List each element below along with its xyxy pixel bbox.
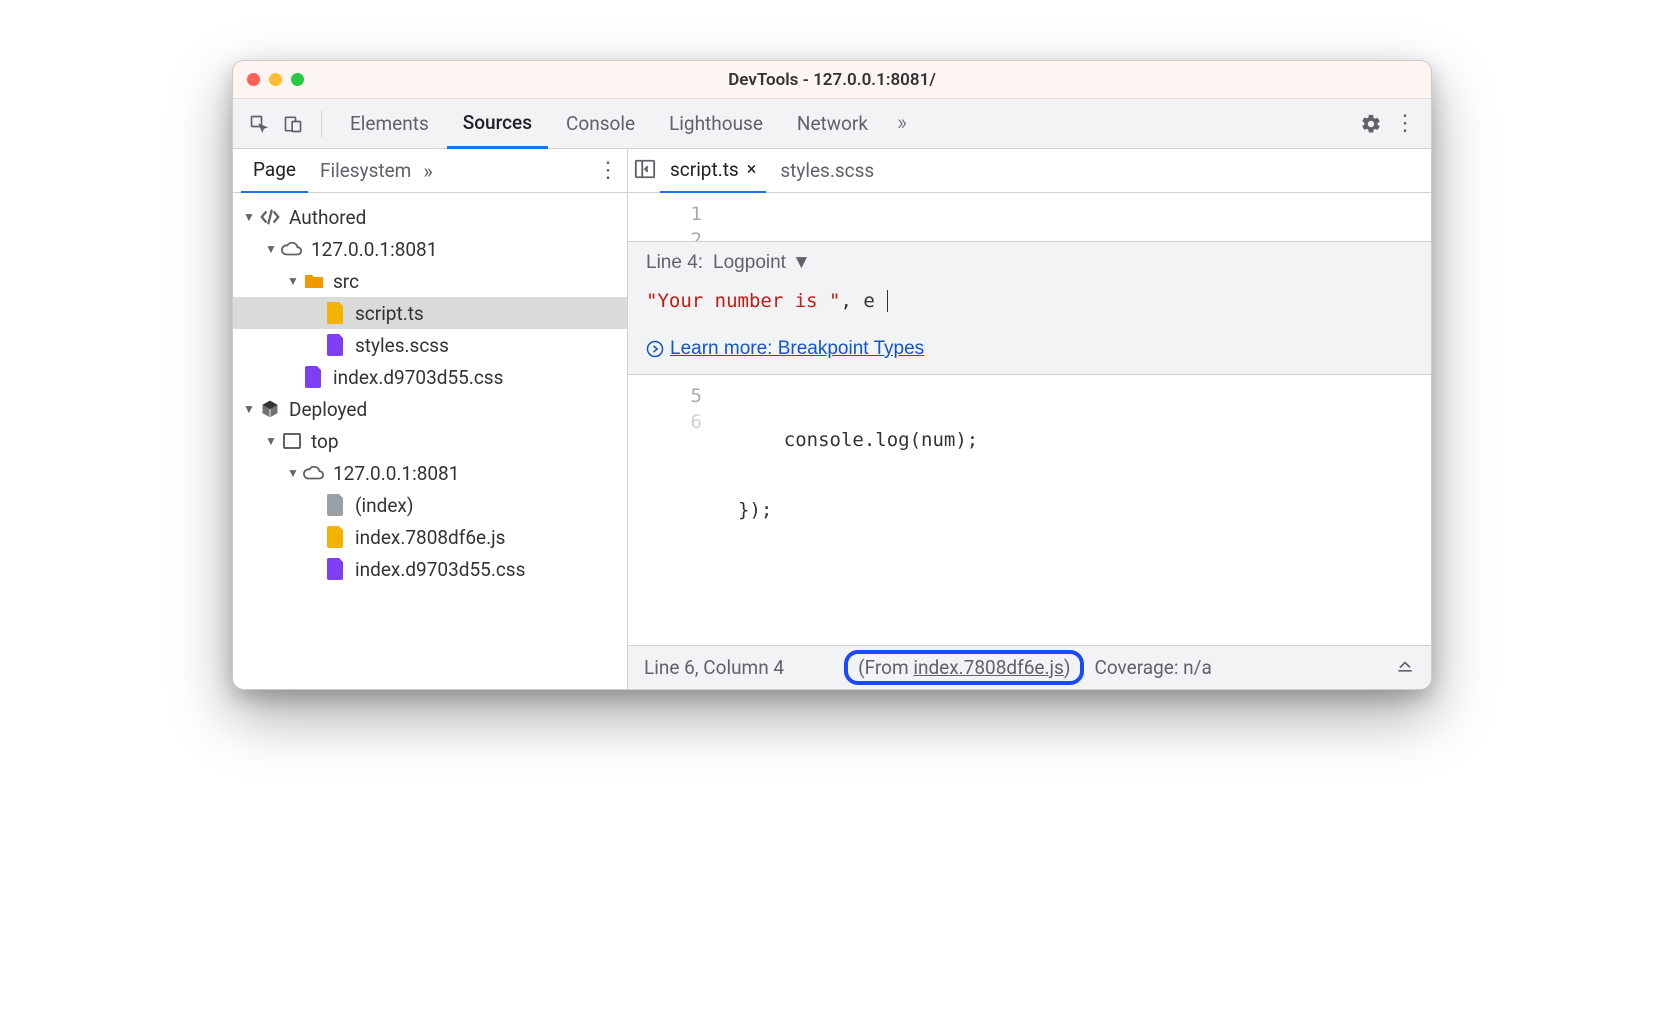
line-gutter: 1 2 3 4 bbox=[628, 193, 718, 241]
coverage-status: Coverage: n/a bbox=[1094, 656, 1211, 679]
window-title: DevTools - 127.0.0.1:8081/ bbox=[233, 70, 1431, 90]
tab-network[interactable]: Network bbox=[781, 99, 884, 149]
cloud-icon bbox=[303, 462, 325, 484]
tree-label: Authored bbox=[289, 206, 366, 229]
code-area[interactable]: console.log(num); }); bbox=[718, 375, 1431, 645]
separator bbox=[321, 111, 322, 137]
chevron-down-icon: ▼ bbox=[287, 274, 299, 288]
navigator-tab-filesystem[interactable]: Filesystem bbox=[308, 149, 423, 193]
chevron-down-icon: ▼ bbox=[265, 434, 277, 448]
file-tab-styles-scss[interactable]: styles.scss bbox=[770, 149, 884, 193]
sourcemap-origin-link[interactable]: index.7808df6e.js bbox=[913, 656, 1064, 679]
tree-deployed[interactable]: ▼ Deployed bbox=[233, 393, 627, 425]
tree-file-index-js[interactable]: index.7808df6e.js bbox=[233, 521, 627, 553]
css-file-icon bbox=[325, 558, 347, 580]
logpoint-line-label: Line 4: bbox=[646, 252, 703, 274]
more-tabs-icon[interactable]: » bbox=[886, 108, 918, 140]
file-tab-label: styles.scss bbox=[780, 159, 874, 182]
folder-icon bbox=[303, 270, 325, 292]
more-navigator-tabs-icon[interactable]: » bbox=[423, 159, 432, 183]
tree-authored[interactable]: ▼ Authored bbox=[233, 201, 627, 233]
js-file-icon bbox=[325, 526, 347, 548]
titlebar: DevTools - 127.0.0.1:8081/ bbox=[233, 61, 1431, 99]
chevron-down-icon: ▼ bbox=[243, 210, 255, 224]
device-toolbar-icon[interactable] bbox=[277, 108, 309, 140]
close-tab-icon[interactable]: × bbox=[747, 159, 757, 180]
code-editor-continued[interactable]: 5 6 console.log(num); }); bbox=[628, 375, 1431, 645]
tree-label: (index) bbox=[355, 494, 413, 517]
editor-tabbar: script.ts × styles.scss bbox=[628, 149, 1431, 193]
logpoint-editor: Line 4: Logpoint ▼ "Your number is ", e … bbox=[628, 241, 1431, 375]
tree-file-styles-scss[interactable]: styles.scss bbox=[233, 329, 627, 361]
tree-file-index[interactable]: (index) bbox=[233, 489, 627, 521]
line-gutter: 5 6 bbox=[628, 375, 718, 645]
tree-label: src bbox=[333, 270, 359, 293]
chevron-down-icon: ▼ bbox=[265, 242, 277, 256]
inspect-element-icon[interactable] bbox=[243, 108, 275, 140]
tree-label: index.7808df6e.js bbox=[355, 526, 506, 549]
kebab-menu-icon[interactable]: ⋮ bbox=[1389, 108, 1421, 140]
code-area[interactable]: document.querySelector('button')?.addEve… bbox=[718, 193, 1431, 241]
tree-host-authored[interactable]: ▼ 127.0.0.1:8081 bbox=[233, 233, 627, 265]
line-number[interactable]: 5 bbox=[636, 383, 702, 409]
css-file-icon bbox=[325, 334, 347, 356]
tree-label: styles.scss bbox=[355, 334, 449, 357]
cloud-icon bbox=[281, 238, 303, 260]
tree-file-index-css-1[interactable]: index.d9703d55.css bbox=[233, 361, 627, 393]
tab-lighthouse[interactable]: Lighthouse bbox=[653, 99, 779, 149]
line-number[interactable]: 6 bbox=[636, 409, 702, 435]
settings-icon[interactable] bbox=[1355, 108, 1387, 140]
tree-label: 127.0.0.1:8081 bbox=[311, 238, 437, 261]
learn-more-link[interactable]: Learn more: Breakpoint Types bbox=[646, 338, 1413, 360]
breakpoint-type-select[interactable]: Logpoint bbox=[713, 252, 786, 274]
file-tree: ▼ Authored ▼ 127.0.0.1:8081 ▼ src script… bbox=[233, 193, 627, 689]
cursor-position: Line 6, Column 4 bbox=[644, 656, 784, 679]
tree-label: 127.0.0.1:8081 bbox=[333, 462, 459, 485]
chevron-down-icon: ▼ bbox=[287, 466, 299, 480]
tree-label: script.ts bbox=[355, 302, 424, 325]
code-icon bbox=[259, 206, 281, 228]
navigator-sidebar: Page Filesystem » ⋮ ▼ Authored ▼ 127.0.0… bbox=[233, 149, 628, 689]
file-icon bbox=[325, 494, 347, 516]
navigator-tab-page[interactable]: Page bbox=[241, 149, 308, 193]
tree-label: index.d9703d55.css bbox=[333, 366, 503, 389]
package-icon bbox=[259, 398, 281, 420]
tree-label: top bbox=[311, 430, 339, 453]
tab-elements[interactable]: Elements bbox=[334, 99, 445, 149]
code-editor[interactable]: 1 2 3 4 document.querySelector('button')… bbox=[628, 193, 1431, 241]
file-tab-label: script.ts bbox=[670, 158, 739, 181]
js-file-icon bbox=[325, 302, 347, 324]
devtools-tabbar: Elements Sources Console Lighthouse Netw… bbox=[233, 99, 1431, 149]
show-drawer-icon[interactable] bbox=[1395, 655, 1415, 680]
editor-statusbar: Line 6, Column 4 (From index.7808df6e.js… bbox=[628, 645, 1431, 689]
line-number[interactable]: 2 bbox=[636, 227, 702, 241]
show-navigator-icon[interactable] bbox=[634, 158, 656, 184]
tree-top[interactable]: ▼ top bbox=[233, 425, 627, 457]
tree-label: Deployed bbox=[289, 398, 367, 421]
tree-file-script-ts[interactable]: script.ts bbox=[233, 297, 627, 329]
navigator-tabbar: Page Filesystem » ⋮ bbox=[233, 149, 627, 193]
chevron-down-icon[interactable]: ▼ bbox=[792, 252, 811, 274]
devtools-window: DevTools - 127.0.0.1:8081/ Elements Sour… bbox=[232, 60, 1432, 690]
logpoint-expression-input[interactable]: "Your number is ", e bbox=[646, 284, 1413, 324]
navigator-kebab-icon[interactable]: ⋮ bbox=[597, 158, 619, 183]
tree-file-index-css-2[interactable]: index.d9703d55.css bbox=[233, 553, 627, 585]
chevron-down-icon: ▼ bbox=[243, 402, 255, 416]
tab-console[interactable]: Console bbox=[550, 99, 651, 149]
editor-panel: script.ts × styles.scss 1 2 3 4 document… bbox=[628, 149, 1431, 689]
tab-sources[interactable]: Sources bbox=[447, 99, 548, 149]
file-tab-script-ts[interactable]: script.ts × bbox=[660, 149, 766, 193]
line-number[interactable]: 1 bbox=[636, 201, 702, 227]
tree-label: index.d9703d55.css bbox=[355, 558, 525, 581]
tree-folder-src[interactable]: ▼ src bbox=[233, 265, 627, 297]
arrow-circle-icon bbox=[646, 340, 664, 358]
sourcemap-from-badge: (From index.7808df6e.js) bbox=[844, 650, 1084, 685]
css-file-icon bbox=[303, 366, 325, 388]
frame-icon bbox=[281, 430, 303, 452]
tree-host-deployed[interactable]: ▼ 127.0.0.1:8081 bbox=[233, 457, 627, 489]
